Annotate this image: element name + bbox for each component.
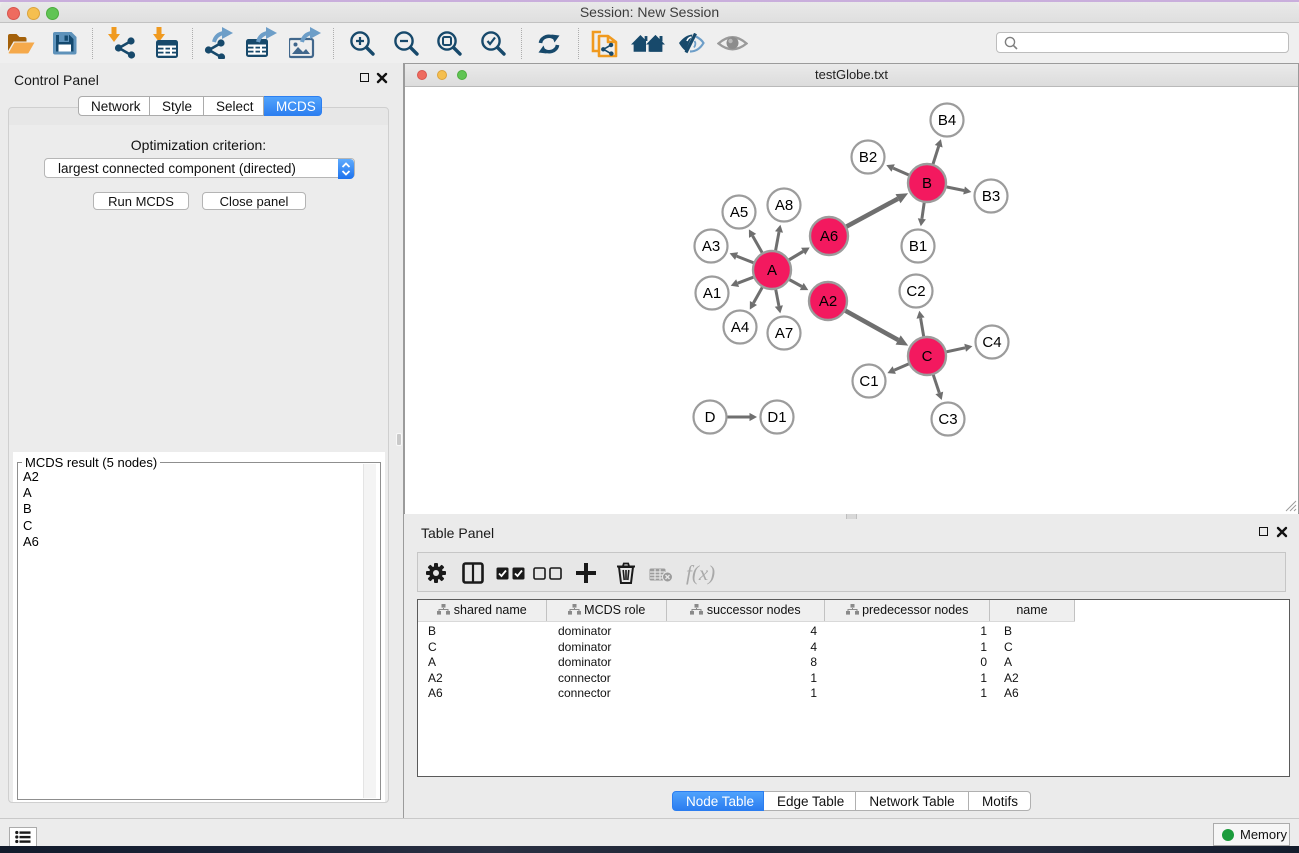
svg-text:A2: A2	[819, 293, 837, 310]
svg-text:C3: C3	[938, 411, 957, 428]
svg-text:A3: A3	[702, 238, 720, 255]
svg-text:C: C	[922, 348, 933, 365]
svg-text:A6: A6	[820, 228, 838, 245]
svg-text:A1: A1	[703, 285, 721, 302]
svg-text:C1: C1	[859, 373, 878, 390]
svg-text:D: D	[705, 409, 716, 426]
svg-text:C2: C2	[906, 283, 925, 300]
svg-text:A7: A7	[775, 325, 793, 342]
svg-text:B2: B2	[859, 149, 877, 166]
svg-text:A4: A4	[731, 319, 749, 336]
svg-text:C4: C4	[982, 334, 1001, 351]
svg-text:A8: A8	[775, 197, 793, 214]
svg-text:A5: A5	[730, 204, 748, 221]
svg-text:B4: B4	[938, 112, 956, 129]
svg-text:A: A	[767, 262, 777, 279]
svg-text:B: B	[922, 175, 932, 192]
svg-text:B1: B1	[909, 238, 927, 255]
svg-text:B3: B3	[982, 188, 1000, 205]
svg-text:D1: D1	[767, 409, 786, 426]
